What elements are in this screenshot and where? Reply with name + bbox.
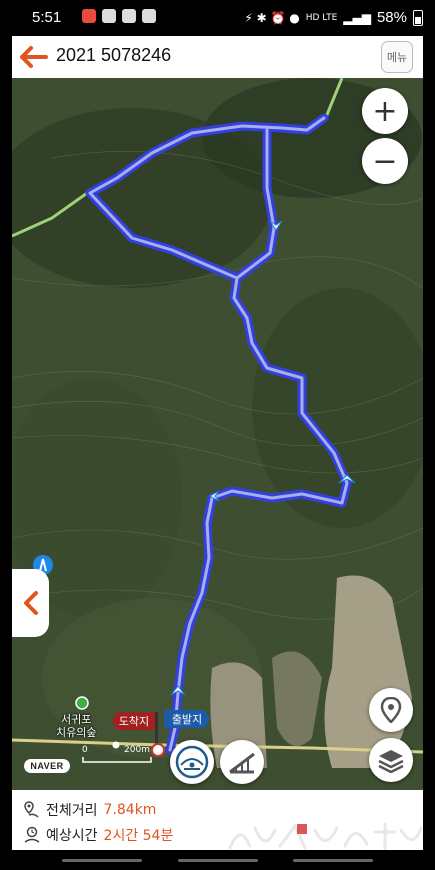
status-bar: 5:51 ⚡ ✱ ⏰ ● HD LTE ▂▄▆ 58%	[0, 0, 435, 36]
my-location-button[interactable]	[369, 688, 413, 732]
start-flag-label: 출발지	[171, 713, 203, 726]
side-panel-toggle[interactable]	[12, 569, 49, 637]
scale-distance: 200m	[124, 745, 150, 755]
menu-button-label: 메뉴	[386, 51, 408, 64]
map-view[interactable]: + − 서귀포 치유의숲 도착지 출발지 NAVER 0 200m	[12, 78, 423, 790]
battery-percent: 58%	[376, 9, 407, 26]
app2-notification-icon	[142, 9, 156, 23]
compass-icon	[175, 745, 209, 779]
battery-icon	[413, 9, 423, 26]
check-notification-icon	[102, 9, 116, 23]
app-header: 2021 5078246 메뉴	[12, 36, 423, 78]
zoom-out-button[interactable]: −	[362, 138, 408, 184]
route-distance-icon	[24, 801, 39, 818]
end-flag: 도착지	[112, 712, 156, 730]
poi-label: 서귀포 치유의숲	[56, 713, 96, 739]
nav-recent-button[interactable]	[62, 859, 142, 862]
naver-logo: NAVER	[24, 759, 70, 773]
time-row: 예상시간 2시간 54분	[24, 825, 173, 845]
elevation-icon	[229, 752, 255, 774]
scale-zero: 0	[82, 745, 88, 755]
time-value: 2시간 54분	[103, 828, 174, 844]
nav-back-button[interactable]	[293, 859, 373, 862]
scale-bar	[82, 757, 152, 763]
app-notification-icon	[82, 9, 96, 23]
distance-value: 7.84km	[103, 802, 157, 818]
poi-name-line1: 서귀포	[61, 713, 92, 726]
layers-icon	[378, 750, 404, 773]
menu-button[interactable]: 메뉴	[381, 41, 413, 73]
hiker-time-icon	[24, 826, 40, 843]
minus-icon: −	[372, 143, 398, 179]
status-time: 5:51	[32, 9, 62, 26]
nav-home-button[interactable]	[178, 859, 258, 862]
poi-name-line2: 치유의숲	[56, 726, 97, 739]
distance-label: 전체거리	[46, 803, 98, 819]
time-label: 예상시간	[46, 828, 98, 844]
map-scale: 0 200m	[82, 745, 152, 763]
location-pin-icon	[380, 697, 402, 723]
notification-icons	[82, 9, 156, 23]
chevron-left-icon	[23, 591, 38, 615]
network-indicator: HD LTE	[305, 12, 338, 23]
compass-button[interactable]	[170, 740, 214, 784]
zoom-in-button[interactable]: +	[362, 88, 408, 134]
arrow-left-icon	[20, 46, 48, 68]
start-flag: 출발지	[164, 710, 210, 728]
back-button[interactable]	[18, 42, 50, 72]
end-flag-label: 도착지	[118, 715, 150, 728]
distance-row: 전체거리 7.84km	[24, 800, 156, 820]
system-nav-bar	[0, 850, 435, 870]
signal-bars-icon: ▂▄▆	[343, 10, 371, 25]
elevation-button[interactable]	[220, 740, 264, 784]
start-end-pin	[151, 743, 165, 757]
plus-icon: +	[372, 93, 398, 129]
image-notification-icon	[122, 9, 136, 23]
system-icons: ⚡ ✱ ⏰ ● HD LTE ▂▄▆ 58%	[244, 9, 423, 26]
page-title: 2021 5078246	[56, 45, 172, 65]
signal-icons: ⚡ ✱ ⏰ ●	[244, 10, 300, 25]
satellite-map	[12, 78, 423, 790]
map-layers-button[interactable]	[369, 738, 413, 782]
